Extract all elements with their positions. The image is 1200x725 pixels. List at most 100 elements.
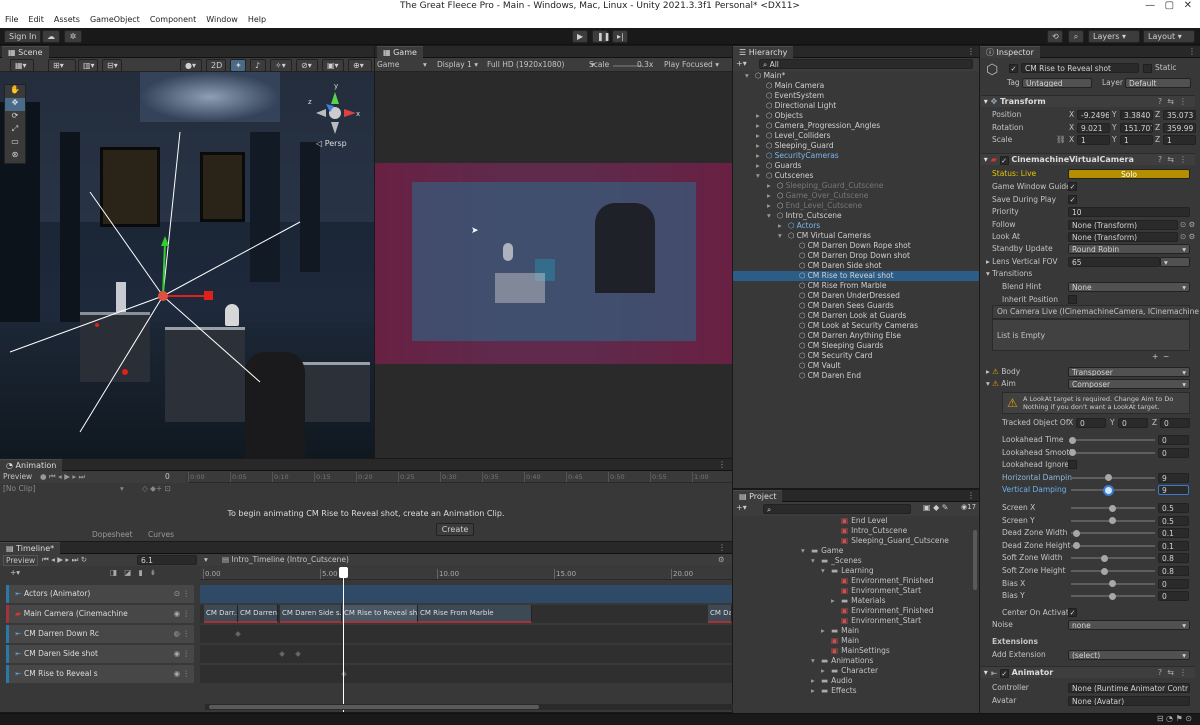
chevron-right-icon[interactable]: ▸ [811, 676, 815, 686]
track-lock-mute-icons[interactable]: ◉ ⋮ [174, 665, 190, 683]
rotation-y-input[interactable]: 151.707 [1120, 122, 1153, 133]
animator-header[interactable]: ▾ ⤜ ✓ Animator? ⇆ ⋮ [981, 666, 1195, 678]
hierarchy-item[interactable]: ⬡ CM Darren Drop Down shot [733, 251, 979, 261]
hierarchy-item[interactable]: ▸ ⬡ Game_Over_Cutscene [733, 191, 979, 201]
timeline-clip[interactable]: CM Darr... [204, 605, 238, 623]
add-track-icon[interactable]: +▾ [10, 568, 20, 578]
tab-inspector[interactable]: ⓘ Inspector [980, 46, 1040, 58]
save-during-play-checkbox[interactable]: ✓ [1068, 195, 1077, 204]
dopesheet-tab[interactable]: Dopesheet [92, 530, 133, 540]
persp-label[interactable]: ◁ Persp [316, 139, 347, 148]
timeline-clip[interactable]: CM Rise to Reveal shot [342, 605, 418, 623]
timeline-preview-button[interactable]: Preview [3, 555, 39, 566]
menu-item[interactable]: Window [201, 14, 243, 28]
hierarchy-item[interactable]: ▾ ⬡ Cutscenes [733, 171, 979, 181]
hierarchy-item[interactable]: ⬡ CM Daren UnderDressed [733, 291, 979, 301]
audio-icon[interactable]: ♪ [250, 59, 266, 72]
param-slider[interactable] [1071, 570, 1155, 572]
param-slider-knob[interactable] [1109, 504, 1116, 512]
fov-preset-dropdown[interactable]: ▾ [1160, 257, 1190, 267]
param-slider-knob[interactable] [1109, 592, 1116, 600]
scale-x-input[interactable]: 1 [1077, 135, 1110, 145]
chevron-right-icon[interactable]: ▸ [767, 201, 771, 211]
project-item[interactable]: ▣ Environment_Finished [733, 606, 971, 616]
param-slider-knob[interactable] [1109, 580, 1116, 588]
param-value-input[interactable]: 0 [1158, 447, 1189, 458]
hierarchy-item[interactable]: ⬡ CM Darren Anything Else [733, 331, 979, 341]
track-lock-mute-icons[interactable]: ◉ ⋮ [174, 645, 190, 663]
track-lock-mute-icons[interactable]: ◉ ⋮ [174, 605, 190, 623]
vcam-header[interactable]: ▾ ▰ ✓ CinemachineVirtualCamera? ⇆ ⋮ [981, 153, 1195, 165]
chevron-right-icon[interactable]: ▸ [778, 221, 782, 231]
scene-viewport[interactable]: ✋ ✥ ⟳ ⤢ ▭ ⊛ y x z ◁ Persp [0, 72, 374, 458]
step-button[interactable]: ▸| [612, 30, 628, 43]
project-scrollbar[interactable] [973, 530, 977, 590]
scale-z-input[interactable]: 1 [1163, 135, 1196, 145]
tab-project[interactable]: ▤ Project [733, 490, 783, 502]
track-lock-mute-icons[interactable]: ⊙ ⋮ [174, 585, 190, 603]
project-item[interactable]: ▸ ▬ Effects [733, 686, 971, 696]
noise-dropdown[interactable]: none ▾ [1068, 620, 1190, 630]
priority-input[interactable]: 10 [1068, 207, 1190, 217]
active-checkbox[interactable]: ✓ [1009, 64, 1018, 73]
hierarchy-item[interactable]: ⬡ CM Rise From Marble [733, 281, 979, 291]
project-item[interactable]: ▾ ▬ Learning [733, 566, 971, 576]
param-slider-knob[interactable] [1105, 486, 1112, 494]
timeline-track-header[interactable]: ⤜ Actors (Animator) ⊙ ⋮ [6, 585, 194, 603]
project-item[interactable]: ▸ ▬ Materials [733, 596, 971, 606]
pivot-button[interactable]: ⊞▾ [48, 59, 76, 72]
project-item[interactable]: ▾ ▬ Animations [733, 656, 971, 666]
chevron-right-icon[interactable]: ▸ [756, 111, 760, 121]
center-on-activate-checkbox[interactable]: ✓ [1068, 608, 1077, 617]
chevron-right-icon[interactable]: ▸ [756, 151, 760, 161]
chevron-down-icon[interactable]: ▾ [821, 566, 825, 576]
timeline-lane[interactable] [200, 665, 732, 683]
param-value-input[interactable]: 9 [1158, 485, 1189, 496]
tag-dropdown[interactable]: Untagged [1022, 78, 1092, 88]
component-menu-icons[interactable]: ? ⇆ ⋮ [1158, 96, 1187, 108]
chevron-right-icon[interactable]: ▸ [767, 191, 771, 201]
layer-dropdown[interactable]: Default [1125, 78, 1191, 88]
project-item[interactable]: ▸ ▬ Audio [733, 676, 971, 686]
param-value-input[interactable]: 0 [1158, 578, 1189, 589]
component-menu-icons[interactable]: ? ⇆ ⋮ [1158, 667, 1187, 679]
chevron-down-icon[interactable]: ▾ [756, 171, 760, 181]
inherit-position-checkbox[interactable] [1068, 295, 1077, 304]
param-value-input[interactable]: 0.8 [1158, 566, 1189, 576]
lighting-icon[interactable]: ✦ [230, 59, 246, 72]
aim-dropdown[interactable]: Composer ▾ [1068, 379, 1190, 389]
tracked-offset-z-input[interactable]: 0 [1160, 418, 1190, 428]
transitions-foldout[interactable]: ▾ Transitions [986, 269, 1032, 279]
status-icons[interactable]: ⊟ ◔ ⚑ ⊙ [1157, 714, 1192, 723]
add-icon[interactable]: +▾ [736, 59, 747, 68]
hierarchy-item[interactable]: ⬡ CM Look at Security Cameras [733, 321, 979, 331]
param-slider-knob[interactable] [1101, 567, 1108, 575]
body-foldout[interactable]: ▸ ⚠ Body [986, 367, 1020, 377]
param-value-input[interactable]: 0.1 [1158, 540, 1189, 551]
animator-enabled-checkbox[interactable]: ✓ [999, 669, 1009, 678]
timeline-track-header[interactable]: ▰ Main Camera (Cinemachine ◉ ⋮ [6, 605, 194, 623]
hierarchy-item[interactable]: ⬡ CM Vault [733, 361, 979, 371]
solo-button[interactable]: Solo [1068, 169, 1190, 179]
tracked-offset-y-input[interactable]: 0 [1118, 418, 1148, 428]
project-item[interactable]: ▾ ▬ Game [733, 546, 971, 556]
param-slider[interactable] [1071, 532, 1155, 535]
timeline-lane[interactable] [200, 625, 732, 643]
project-item[interactable]: ▾ ▬ _Scenes [733, 556, 971, 566]
game-window-guides-checkbox[interactable]: ✓ [1068, 182, 1077, 191]
project-item[interactable]: ▣ Intro_Cutscene [733, 526, 971, 536]
chevron-right-icon[interactable]: ▸ [767, 181, 771, 191]
hierarchy-item[interactable]: ⬡ CM Darren Down Rope shot [733, 241, 979, 251]
param-slider[interactable] [1071, 476, 1155, 479]
link-icon[interactable]: ⛓ [1056, 135, 1066, 145]
list-add-remove-icons[interactable]: + − [1152, 352, 1169, 362]
rect-tool-icon[interactable]: ▭ [5, 137, 25, 150]
transform-tool-icon[interactable]: ⊛ [5, 150, 25, 163]
timeline-clip[interactable]: CM Rise From Marble [418, 605, 532, 623]
chevron-down-icon[interactable]: ▾ [778, 231, 782, 241]
tab-animation[interactable]: ◔ Animation [0, 459, 63, 471]
hierarchy-item[interactable]: ▸ ⬡ Camera_Progression_Angles [733, 121, 979, 131]
record-icon[interactable]: ● ⏮ ◂ ▶ ▸ ⏭ [40, 472, 85, 482]
timeline-clip[interactable]: CM Darren... [238, 605, 278, 623]
timeline-ruler[interactable]: 0.00 5.00 10.00 15.00 20.00 [200, 567, 732, 580]
